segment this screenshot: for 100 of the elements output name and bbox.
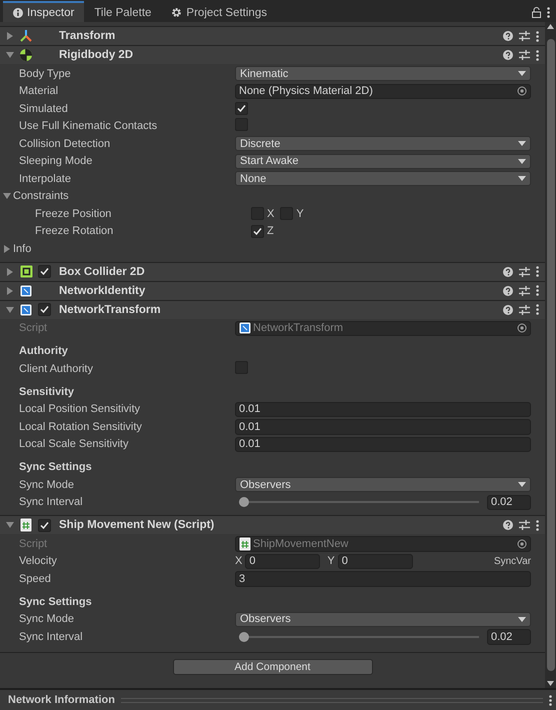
more-options-icon[interactable] bbox=[536, 285, 539, 296]
number-field[interactable]: 0.02 bbox=[487, 494, 531, 510]
expanded-caret-icon[interactable] bbox=[6, 521, 14, 529]
expanded-caret-icon[interactable] bbox=[6, 51, 14, 59]
dropdown-arrow-icon bbox=[518, 616, 526, 622]
collapsed-caret-icon[interactable] bbox=[6, 268, 14, 276]
axes-icon bbox=[19, 29, 33, 43]
slider-handle[interactable] bbox=[238, 632, 249, 642]
tab[interactable]: Inspector bbox=[3, 1, 84, 22]
dropdown-arrow-icon bbox=[518, 482, 526, 488]
more-options-icon[interactable] bbox=[536, 266, 539, 277]
component-header[interactable]: NetworkIdentity bbox=[0, 280, 545, 300]
section-heading: Sync Settings bbox=[19, 596, 93, 610]
info-icon bbox=[13, 8, 23, 18]
component-header[interactable]: Box Collider 2D bbox=[0, 262, 545, 280]
component-title: Ship Movement New (Script) bbox=[59, 519, 214, 531]
checkbox[interactable] bbox=[235, 102, 248, 115]
settings-icon bbox=[171, 7, 182, 18]
more-options-icon[interactable] bbox=[536, 50, 539, 60]
ball-icon bbox=[19, 48, 33, 62]
checkbox[interactable] bbox=[251, 224, 264, 238]
component-title: NetworkTransform bbox=[59, 304, 161, 316]
field-label: Body Type bbox=[19, 68, 72, 80]
field-label: Local Scale Sensitivity bbox=[19, 438, 130, 450]
dropdown[interactable]: Observers bbox=[235, 612, 531, 627]
component-header[interactable]: Ship Movement New (Script) bbox=[0, 515, 545, 534]
help-icon[interactable] bbox=[503, 304, 513, 314]
dropdown-arrow-icon bbox=[518, 141, 526, 146]
axis-label: X bbox=[267, 208, 274, 220]
sliders-icon[interactable] bbox=[519, 50, 530, 60]
enable-checkbox[interactable] bbox=[38, 265, 51, 278]
component-header[interactable]: Transform bbox=[0, 26, 545, 45]
more-options-icon[interactable] bbox=[547, 7, 550, 18]
expanded-caret-icon[interactable] bbox=[3, 192, 11, 200]
add-component-button[interactable]: Add Component bbox=[172, 658, 372, 674]
dropdown[interactable]: Observers bbox=[235, 477, 531, 492]
component-title: Rigidbody 2D bbox=[59, 49, 134, 61]
dropdown-arrow-icon bbox=[518, 158, 526, 164]
component-title: Box Collider 2D bbox=[59, 266, 145, 278]
help-icon[interactable] bbox=[503, 50, 513, 60]
section-heading: Sensitivity bbox=[19, 386, 76, 400]
enable-checkbox[interactable] bbox=[38, 303, 51, 316]
field-label: Sync Mode bbox=[19, 613, 76, 626]
number-field[interactable]: 0 bbox=[338, 554, 413, 569]
more-options-icon[interactable] bbox=[549, 694, 552, 706]
sliders-icon[interactable] bbox=[519, 520, 530, 530]
tab[interactable]: Project Settings bbox=[161, 1, 277, 22]
script-icon bbox=[20, 518, 32, 532]
help-icon[interactable] bbox=[503, 520, 513, 530]
help-icon[interactable] bbox=[503, 286, 513, 296]
collapsed-caret-icon[interactable] bbox=[6, 32, 14, 40]
lock-icon[interactable] bbox=[532, 7, 541, 18]
collapsed-caret-icon[interactable] bbox=[3, 244, 11, 253]
number-field[interactable]: 0.01 bbox=[235, 419, 531, 434]
dropdown[interactable]: Kinematic bbox=[235, 66, 531, 82]
expanded-caret-icon[interactable] bbox=[6, 306, 14, 314]
scroll-down-icon[interactable] bbox=[547, 681, 554, 686]
dropdown[interactable]: Start Awake bbox=[235, 154, 531, 169]
help-icon[interactable] bbox=[503, 266, 513, 276]
slider-handle[interactable] bbox=[238, 497, 249, 508]
number-field[interactable]: 0.02 bbox=[487, 629, 531, 644]
sliders-icon[interactable] bbox=[519, 31, 530, 41]
collapsed-caret-icon[interactable] bbox=[6, 286, 14, 294]
scrollbar[interactable] bbox=[545, 22, 556, 688]
number-field[interactable]: 0.01 bbox=[235, 436, 531, 452]
scroll-up-icon[interactable] bbox=[547, 24, 554, 29]
axis-label: X bbox=[235, 555, 242, 568]
object-picker-icon[interactable] bbox=[517, 86, 527, 96]
foldout-label[interactable]: Info bbox=[3, 242, 219, 255]
section-heading: Authority bbox=[19, 345, 69, 359]
sliders-icon[interactable] bbox=[519, 286, 530, 296]
number-field[interactable]: 0.01 bbox=[235, 402, 531, 417]
sliders-icon[interactable] bbox=[519, 304, 530, 314]
component-header[interactable]: NetworkTransform bbox=[0, 300, 545, 318]
dropdown[interactable]: Discrete bbox=[235, 136, 531, 152]
component-header[interactable]: Rigidbody 2D bbox=[0, 45, 545, 64]
field-label: Speed bbox=[19, 572, 52, 585]
dropdown-arrow-icon bbox=[518, 176, 526, 182]
document-icon bbox=[20, 304, 32, 316]
field-label: Script bbox=[19, 322, 48, 334]
component-title: NetworkIdentity bbox=[59, 284, 146, 296]
square-icon bbox=[20, 265, 32, 278]
tab[interactable]: Tile Palette bbox=[84, 1, 162, 22]
more-options-icon[interactable] bbox=[536, 520, 539, 530]
axis-label: Y bbox=[327, 555, 335, 568]
number-field[interactable]: 3 bbox=[235, 571, 531, 586]
sliders-icon[interactable] bbox=[519, 266, 530, 276]
more-options-icon[interactable] bbox=[536, 304, 539, 315]
object-field[interactable]: None (Physics Material 2D) bbox=[235, 84, 531, 99]
field-label: Velocity bbox=[19, 555, 58, 568]
help-icon[interactable] bbox=[503, 31, 513, 41]
field-label: Client Authority bbox=[19, 362, 94, 375]
attribute-label: SyncVar bbox=[494, 556, 531, 567]
section-heading: Sync Settings bbox=[19, 461, 93, 475]
foldout-label[interactable]: Constraints bbox=[3, 190, 219, 202]
dropdown[interactable]: None bbox=[235, 171, 531, 186]
number-field[interactable]: 0 bbox=[245, 554, 320, 569]
enable-checkbox[interactable] bbox=[38, 518, 51, 532]
more-options-icon[interactable] bbox=[536, 30, 539, 42]
field-label: Local Rotation Sensitivity bbox=[19, 420, 143, 433]
